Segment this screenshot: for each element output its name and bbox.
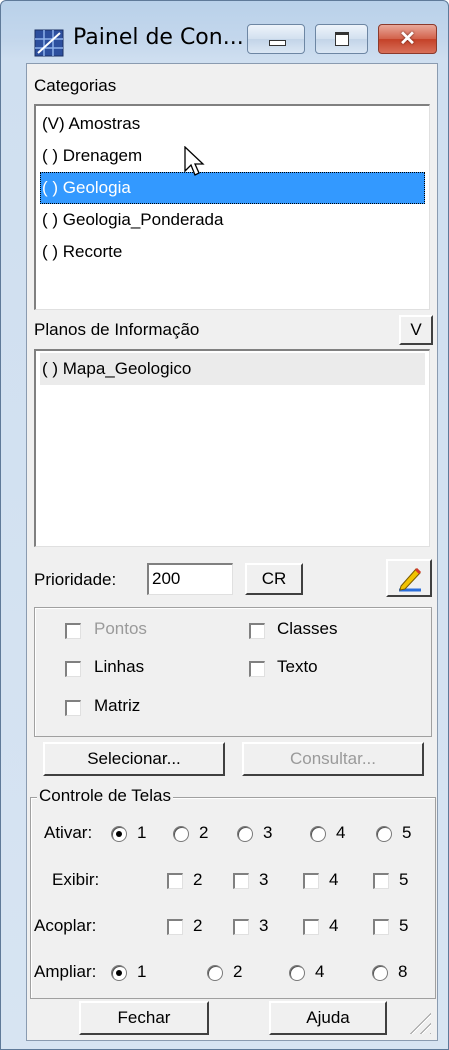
linhas-label: Linhas bbox=[94, 657, 145, 676]
selecionar-button[interactable]: Selecionar... bbox=[43, 742, 225, 776]
ampliar-radio-4-label: 4 bbox=[315, 962, 325, 981]
list-item-selected[interactable]: ( ) Geologia bbox=[40, 172, 425, 204]
cr-button[interactable]: CR bbox=[245, 563, 303, 595]
acoplar-checkbox-4-label: 4 bbox=[329, 916, 339, 935]
window-title: Painel de Con... bbox=[73, 25, 244, 50]
list-item[interactable]: (V) Amostras bbox=[40, 108, 425, 140]
prioridade-input[interactable]: 200 bbox=[147, 563, 233, 595]
close-button[interactable]: ✕ bbox=[378, 24, 437, 54]
color-picker-button[interactable] bbox=[386, 559, 432, 597]
classes-label: Classes bbox=[277, 619, 338, 638]
maximize-button[interactable] bbox=[315, 24, 368, 54]
acoplar-checkbox-5[interactable] bbox=[373, 919, 389, 935]
ativar-label: Ativar: bbox=[44, 823, 93, 842]
exibir-checkbox-3[interactable] bbox=[233, 873, 249, 889]
ativar-radio-2-label: 2 bbox=[199, 823, 209, 842]
acoplar-checkbox-3-label: 3 bbox=[259, 916, 269, 935]
ampliar-radio-8-label: 8 bbox=[398, 962, 408, 981]
planos-label: Planos de Informação bbox=[34, 320, 200, 339]
exibir-label: Exibir: bbox=[52, 870, 100, 889]
texto-label: Texto bbox=[277, 657, 318, 676]
ampliar-radio-2-label: 2 bbox=[233, 962, 243, 981]
window-frame: Painel de Con... ✕ Categorias (V) Amostr… bbox=[0, 0, 449, 1050]
categorias-label: Categorias bbox=[34, 76, 117, 95]
consultar-button[interactable]: Consultar... bbox=[242, 742, 424, 776]
ampliar-radio-2[interactable] bbox=[207, 965, 223, 981]
matriz-label: Matriz bbox=[94, 696, 141, 715]
exibir-checkbox-2-label: 2 bbox=[193, 870, 203, 889]
exibir-checkbox-4-label: 4 bbox=[329, 870, 339, 889]
texto-checkbox[interactable] bbox=[249, 661, 265, 677]
ajuda-button[interactable]: Ajuda bbox=[269, 1001, 387, 1035]
title-bar[interactable]: Painel de Con... ✕ bbox=[1, 1, 448, 63]
ativar-radio-4[interactable] bbox=[310, 826, 326, 842]
acoplar-checkbox-5-label: 5 bbox=[399, 916, 409, 935]
ativar-radio-4-label: 4 bbox=[336, 823, 346, 842]
ativar-radio-2[interactable] bbox=[173, 826, 189, 842]
ampliar-radio-1[interactable] bbox=[111, 965, 127, 981]
ampliar-radio-8[interactable] bbox=[372, 965, 388, 981]
matriz-checkbox[interactable] bbox=[65, 700, 81, 716]
exibir-checkbox-2[interactable] bbox=[167, 873, 183, 889]
ampliar-radio-1-label: 1 bbox=[137, 962, 147, 981]
ativar-radio-1[interactable] bbox=[111, 826, 127, 842]
linhas-checkbox[interactable] bbox=[65, 661, 81, 677]
exibir-checkbox-3-label: 3 bbox=[259, 870, 269, 889]
close-icon: ✕ bbox=[399, 28, 416, 50]
pontos-label: Pontos bbox=[94, 619, 147, 638]
ampliar-label: Ampliar: bbox=[34, 962, 97, 981]
list-item[interactable]: ( ) Recorte bbox=[40, 236, 425, 268]
list-item[interactable]: ( ) Drenagem bbox=[40, 140, 425, 172]
ativar-radio-5-label: 5 bbox=[402, 823, 412, 842]
minimize-button[interactable] bbox=[247, 24, 305, 54]
grid-map-icon bbox=[34, 29, 64, 57]
planos-v-button[interactable]: V bbox=[399, 315, 433, 345]
pencil-color-icon bbox=[399, 567, 422, 592]
panel-client-area: Categorias (V) Amostras ( ) Drenagem ( )… bbox=[26, 63, 438, 1041]
ativar-radio-3-label: 3 bbox=[263, 823, 273, 842]
acoplar-checkbox-2[interactable] bbox=[167, 919, 183, 935]
list-item[interactable]: ( ) Mapa_Geologico bbox=[40, 353, 425, 385]
categorias-listbox[interactable]: (V) Amostras ( ) Drenagem ( ) Geologia (… bbox=[34, 104, 430, 310]
ampliar-radio-4[interactable] bbox=[289, 965, 305, 981]
ativar-radio-5[interactable] bbox=[376, 826, 392, 842]
acoplar-checkbox-4[interactable] bbox=[303, 919, 319, 935]
resize-grip[interactable] bbox=[407, 1010, 431, 1034]
acoplar-label: Acoplar: bbox=[34, 916, 97, 935]
ativar-radio-1-label: 1 bbox=[137, 823, 147, 842]
acoplar-checkbox-2-label: 2 bbox=[193, 916, 203, 935]
pontos-checkbox[interactable] bbox=[65, 623, 81, 639]
controle-telas-legend: Controle de Telas bbox=[37, 786, 173, 806]
prioridade-label: Prioridade: bbox=[34, 570, 117, 589]
minimize-icon bbox=[269, 40, 286, 46]
fechar-button[interactable]: Fechar bbox=[79, 1001, 209, 1035]
list-item[interactable]: ( ) Geologia_Ponderada bbox=[40, 204, 425, 236]
mouse-cursor-icon bbox=[184, 146, 205, 176]
classes-checkbox[interactable] bbox=[249, 623, 265, 639]
exibir-checkbox-5[interactable] bbox=[373, 873, 389, 889]
exibir-checkbox-4[interactable] bbox=[303, 873, 319, 889]
acoplar-checkbox-3[interactable] bbox=[233, 919, 249, 935]
ativar-radio-3[interactable] bbox=[237, 826, 253, 842]
exibir-checkbox-5-label: 5 bbox=[399, 870, 409, 889]
planos-listbox[interactable]: ( ) Mapa_Geologico bbox=[34, 349, 430, 547]
maximize-icon bbox=[335, 32, 349, 46]
